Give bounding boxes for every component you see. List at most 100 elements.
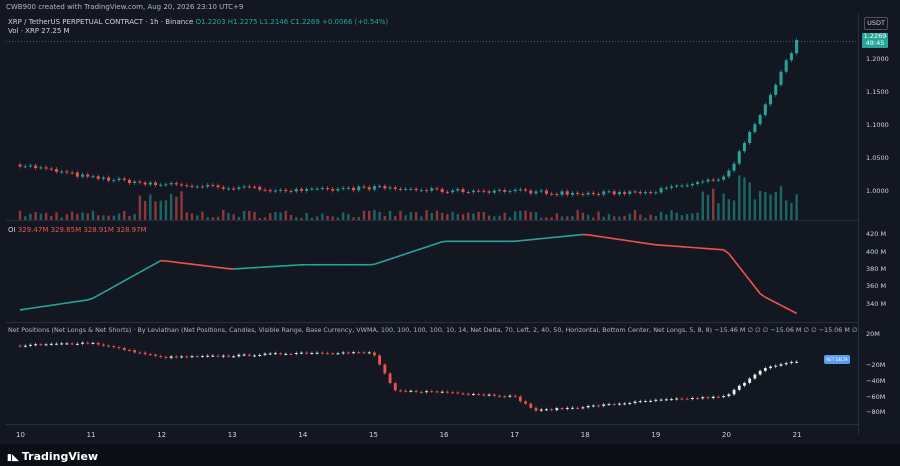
price-candle [148,182,152,185]
net-position-candle [727,394,731,397]
volume-bar [607,213,611,220]
oi-segment [395,254,401,259]
net-position-candle [685,398,689,400]
volume-bar [237,216,241,220]
oi-segment [525,238,531,241]
price-candle [680,185,684,187]
volume-bar [154,201,157,220]
net-position-candle [237,354,241,357]
net-position-candle [211,355,215,357]
volume-bar [602,216,605,220]
oi-segment [749,279,756,288]
net-position-candle [60,343,64,345]
currency-button[interactable]: USDT [864,17,888,30]
net-position-candle [451,392,455,394]
price-candle [253,186,257,188]
price-candle [544,190,548,194]
axis-tick-label: −80M [866,408,886,417]
volume-bar [388,210,392,220]
price-candle [200,186,204,188]
bar-countdown: 49:45 [865,39,885,47]
volume-bar [560,216,564,220]
axis-tick-label: 1.1000 [866,120,889,129]
time-axis-tick: 12 [157,431,167,439]
volume-bar [404,215,407,220]
price-candle [482,190,486,192]
net-position-candle [602,404,606,406]
net-position-candle [404,390,408,392]
oi-segment [30,306,36,310]
price-candle [164,184,168,186]
price-candle [133,181,137,184]
price-candle [268,190,272,192]
volume-bar [112,215,116,220]
oi-pane[interactable] [19,233,797,315]
created-with-header: CWB900 created with TradingView.com, Aug… [6,3,244,11]
net-position-candle [65,343,69,345]
price-axis[interactable] [858,14,900,434]
net-position-candle [326,353,329,355]
oi-segment [587,234,594,237]
oi-segment [207,265,213,268]
price-pane[interactable] [6,38,858,220]
volume-bar [336,217,340,220]
volume-bar [633,210,637,220]
volume-bar [70,211,74,220]
price-candle [117,178,121,181]
net-position-candle [597,405,600,407]
oi-segment [384,258,391,262]
price-candle [539,190,543,192]
oi-segment [603,236,610,239]
price-candle [550,193,554,195]
volume-bar [143,200,147,220]
net-position-candle [581,407,585,409]
price-candle [216,185,220,188]
time-axis-tick: 14 [298,431,308,439]
volume-bar [357,216,360,220]
footer-bar [0,444,900,466]
last-price-label: 1.2269 49:45 [862,33,888,48]
volume-bar [498,215,501,220]
price-candle [263,189,267,191]
charts-svg[interactable] [6,14,858,434]
net-position-candle [273,353,277,355]
volume-bar [185,212,188,220]
volume-bar [123,210,126,220]
net-position-candle [445,391,449,393]
price-candle [28,165,32,167]
volume-bar [425,210,428,220]
volume-bar [331,216,334,220]
volume-bar [529,211,532,220]
volume-bar [258,217,261,220]
net-position-candle [419,391,423,393]
time-axis-tick: 16 [439,431,449,439]
net-position-candle [425,391,428,393]
net-position-candle [565,407,569,409]
price-candle [206,184,210,187]
net-positions-pane[interactable] [18,341,798,413]
oi-segment [72,300,78,304]
volume-bar [274,212,277,220]
volume-bar [253,211,256,220]
price-candle [670,186,674,188]
oi-segment [645,242,651,245]
net-position-candle [477,394,481,396]
price-candle [388,187,392,189]
net-position-candle [649,400,653,402]
volume-bar [628,213,632,220]
net-position-candle [612,404,616,406]
volume-bar [743,177,746,220]
volume-bar [295,217,298,220]
time-axis-tick: 13 [227,431,237,439]
volume-bar [623,215,626,220]
time-axis-tick: 19 [651,431,661,439]
net-position-candle [133,350,137,353]
volume-bar [196,215,199,220]
tradingview-logo[interactable]: ▮◣ TradingView [7,450,98,463]
net-position-candle [159,355,163,357]
price-candle [211,184,215,186]
net-position-candle [258,354,262,356]
volume-bar [659,211,663,220]
price-candle [711,179,715,181]
price-candle [70,172,74,174]
